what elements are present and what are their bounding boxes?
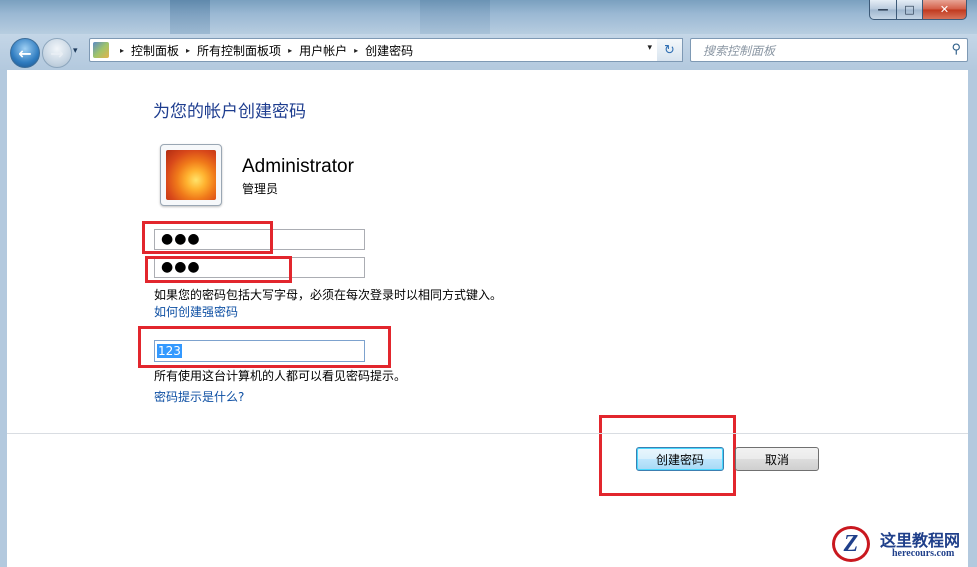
breadcrumb-create-password[interactable]: 创建密码	[365, 42, 413, 59]
user-avatar	[160, 144, 222, 206]
title-bar: — □ ✕	[0, 0, 977, 34]
account-name: Administrator	[242, 156, 354, 177]
annotation-box-password-hint	[138, 326, 391, 368]
annotation-box-confirm-password	[145, 256, 292, 283]
refresh-button[interactable]: ↻	[657, 38, 683, 62]
hint-help-link[interactable]: 密码提示是什么?	[154, 388, 244, 405]
back-button[interactable]: ←	[10, 38, 40, 68]
control-panel-icon	[93, 42, 109, 58]
search-placeholder: 搜索控制面板	[703, 43, 776, 58]
forward-button[interactable]: →	[42, 38, 72, 68]
forward-arrow-icon: →	[50, 43, 64, 63]
annotation-box-new-password	[142, 221, 273, 254]
hint-visibility-note: 所有使用这台计算机的人都可以看见密码提示。	[154, 369, 407, 383]
recent-pages-dropdown-icon[interactable]: ▾	[73, 46, 78, 56]
account-type: 管理员	[242, 182, 279, 196]
breadcrumb-separator-icon[interactable]: ▸	[120, 46, 124, 55]
search-icon[interactable]: ⚲	[951, 41, 961, 57]
strong-password-link[interactable]: 如何创建强密码	[154, 303, 238, 320]
breadcrumb-control-panel[interactable]: 控制面板	[131, 42, 179, 59]
site-logo-icon: Z	[832, 526, 870, 562]
background-decoration	[420, 0, 490, 34]
create-password-button[interactable]: 创建密码	[636, 447, 724, 471]
divider	[7, 433, 968, 434]
maximize-button[interactable]: □	[897, 0, 923, 20]
minimize-button[interactable]: —	[869, 0, 897, 20]
breadcrumb-separator-icon[interactable]: ▸	[186, 46, 190, 55]
breadcrumb-all-items[interactable]: 所有控制面板项	[197, 42, 281, 59]
breadcrumb-user-accounts[interactable]: 用户帐户	[299, 42, 347, 59]
background-decoration	[170, 0, 210, 34]
create-password-page: 为您的帐户创建密码 Administrator 管理员 ●●● ●●● 如果您的…	[7, 70, 968, 567]
cancel-button[interactable]: 取消	[735, 447, 819, 471]
address-dropdown-icon[interactable]: ▾	[647, 42, 652, 53]
watermark-url: herecours.com	[892, 548, 955, 559]
breadcrumb-separator-icon[interactable]: ▸	[354, 46, 358, 55]
close-button[interactable]: ✕	[923, 0, 967, 20]
window-frame-right	[968, 70, 977, 567]
case-sensitivity-note: 如果您的密码包括大写字母，必须在每次登录时以相同方式键入。	[154, 288, 503, 302]
address-bar[interactable]: ▸ 控制面板 ▸ 所有控制面板项 ▸ 用户帐户 ▸ 创建密码 ▾	[89, 38, 659, 62]
search-input[interactable]: 搜索控制面板 ⚲	[690, 38, 968, 62]
back-arrow-icon: ←	[18, 43, 32, 63]
breadcrumb-separator-icon[interactable]: ▸	[288, 46, 292, 55]
page-title: 为您的帐户创建密码	[153, 102, 306, 121]
flower-picture-icon	[166, 150, 216, 200]
window-frame-left	[0, 70, 7, 567]
watermark: Z 这里教程网 herecours.com	[828, 523, 977, 567]
caption-buttons: — □ ✕	[869, 0, 967, 21]
refresh-icon: ↻	[664, 42, 675, 58]
